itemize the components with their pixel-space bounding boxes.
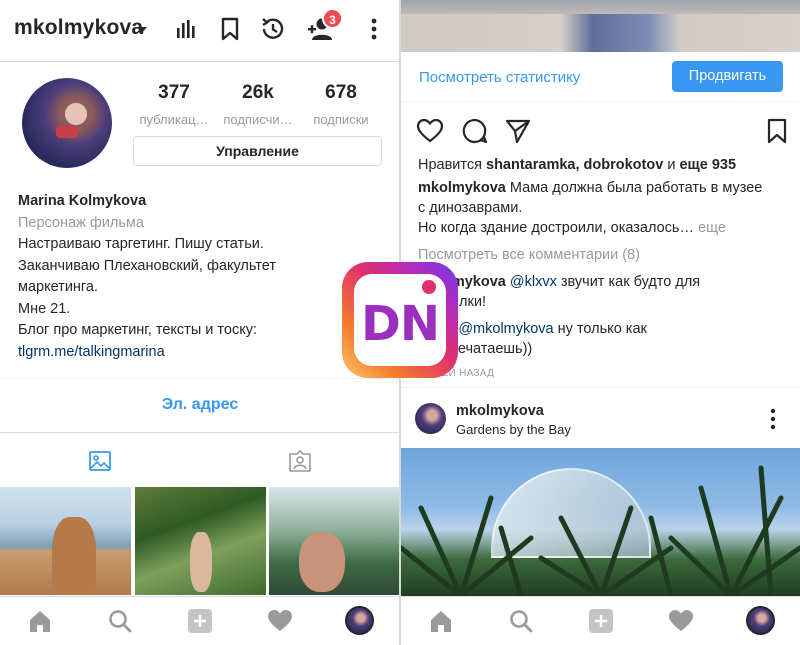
stat-followers-value: 26k xyxy=(242,82,274,103)
profile-avatar[interactable] xyxy=(22,78,112,168)
stat-posts-value: 377 xyxy=(158,82,190,103)
save-bookmark-icon[interactable] xyxy=(763,117,791,145)
divider xyxy=(0,378,400,379)
profile-top-bar: mkolmykova 3 xyxy=(0,0,400,62)
manage-button[interactable]: Управление xyxy=(133,136,382,166)
stat-posts[interactable]: 377 публикац… xyxy=(132,82,216,127)
comment: klxvx @mkolmykova ну только как xyxy=(418,319,788,339)
insights-icon[interactable] xyxy=(170,14,200,44)
feed-screen: Посмотреть статистику Продвигать Нравитс… xyxy=(401,0,800,645)
stat-following-value: 678 xyxy=(325,82,357,103)
more-options-icon[interactable] xyxy=(359,14,389,44)
bio-line: Блог про маркетинг, тексты и тоску: xyxy=(18,322,257,338)
grid-photo[interactable] xyxy=(135,487,266,595)
add-post-icon[interactable] xyxy=(187,608,213,634)
photo-grid-icon xyxy=(89,451,111,471)
stat-following[interactable]: 678 подписки xyxy=(299,82,383,127)
logo-text: DN xyxy=(360,296,440,352)
comment-text: звучит как будто для xyxy=(560,274,701,290)
bio-line: Настраиваю таргетинг. Пишу статьи. xyxy=(18,236,264,252)
caption-text: Мама должна была работать в музее xyxy=(509,180,763,196)
like-heart-icon[interactable] xyxy=(416,117,444,145)
comment-text: ну только как xyxy=(557,321,647,337)
likes-prefix: Нравится xyxy=(418,157,482,173)
likes-users: shantaramka, dobrokotov xyxy=(486,157,664,173)
archive-history-icon[interactable] xyxy=(258,14,288,44)
bio-line: Мне 21. xyxy=(18,300,71,317)
dn-watermark-logo: DN xyxy=(342,262,458,378)
caption-text: Но когда здание достроили, оказалось… xyxy=(418,220,694,236)
search-icon[interactable] xyxy=(107,608,133,634)
logo-inner: DN xyxy=(354,274,446,366)
stat-following-label: подписки xyxy=(313,112,369,127)
post-author-username[interactable]: mkolmykova xyxy=(456,403,544,419)
comment-mention[interactable]: @klxvx xyxy=(510,274,557,290)
bio-link[interactable]: tlgrm.me/talkingmarina xyxy=(18,342,388,364)
stat-posts-label: публикац… xyxy=(139,112,209,127)
home-icon[interactable] xyxy=(428,608,454,634)
comment-text: рассылки! xyxy=(418,292,788,312)
post-location[interactable]: Gardens by the Bay xyxy=(456,422,571,437)
chevron-down-icon[interactable] xyxy=(137,27,147,33)
divider xyxy=(0,432,400,433)
search-icon[interactable] xyxy=(508,608,534,634)
likes-and: и xyxy=(667,157,676,173)
bottom-nav xyxy=(401,596,800,645)
post-more-options-icon[interactable] xyxy=(770,408,776,430)
email-button[interactable]: Эл. адрес xyxy=(0,396,400,414)
comment-mention[interactable]: @mkolmykova xyxy=(458,321,553,337)
heart-activity-icon[interactable] xyxy=(668,608,694,634)
stat-followers-label: подписчи… xyxy=(223,112,293,127)
share-direct-icon[interactable] xyxy=(504,117,532,145)
bio-line: маркетинга. xyxy=(18,279,98,295)
comment-text: перепечатаешь)) xyxy=(418,341,533,357)
profile-screen: mkolmykova 3 377 публикац… 26k подписчи…… xyxy=(0,0,400,645)
profile-category: Персонаж фильма xyxy=(18,214,144,231)
promote-button[interactable]: Продвигать xyxy=(672,61,783,92)
bookmark-icon[interactable] xyxy=(215,14,245,44)
caption-line: Но когда здание достроили, оказалось… ещ… xyxy=(418,218,788,238)
notification-badge: 3 xyxy=(322,8,343,29)
likes-line[interactable]: Нравится shantaramka, dobrokotov и еще 9… xyxy=(418,155,788,175)
profile-bio: Marina Kolmykova Персонаж фильма Настраи… xyxy=(18,191,388,363)
profile-tab-avatar[interactable] xyxy=(746,606,775,635)
caption-more-link[interactable]: еще xyxy=(698,220,726,236)
logo-dot xyxy=(422,280,436,294)
heart-activity-icon[interactable] xyxy=(267,608,293,634)
post-author-avatar[interactable] xyxy=(415,403,446,434)
post-photo[interactable] xyxy=(401,448,800,596)
grid-photo[interactable] xyxy=(269,487,400,595)
view-all-comments-link[interactable]: Посмотреть все комментарии (8) xyxy=(418,245,788,265)
status-bar xyxy=(401,0,800,14)
view-insights-link[interactable]: Посмотреть статистику xyxy=(419,69,580,86)
add-post-icon[interactable] xyxy=(588,608,614,634)
profile-name: Marina Kolmykova xyxy=(18,193,147,209)
account-switcher[interactable]: mkolmykova xyxy=(14,16,143,40)
caption-line: mkolmykova Мама должна была работать в м… xyxy=(418,178,788,198)
comment-icon[interactable] xyxy=(461,117,489,145)
caption-username[interactable]: mkolmykova xyxy=(418,180,506,196)
tab-tagged[interactable] xyxy=(200,444,400,484)
bio-line: Заканчиваю Плехановский, факультет xyxy=(18,257,276,274)
grid-photo[interactable] xyxy=(0,487,131,595)
caption-text: с динозаврами. xyxy=(418,200,523,216)
tagged-photos-icon xyxy=(289,450,311,472)
divider xyxy=(401,387,800,388)
comment: mkolmykova @klxvx звучит как будто для xyxy=(418,272,788,292)
home-icon[interactable] xyxy=(27,608,53,634)
photo-palm-foliage xyxy=(401,465,800,596)
tab-grid[interactable] xyxy=(0,444,200,484)
profile-tab-avatar[interactable] xyxy=(345,606,374,635)
post-timestamp: 6 дней назад xyxy=(418,368,495,379)
bottom-nav xyxy=(0,596,400,645)
stat-followers[interactable]: 26k подписчи… xyxy=(216,82,300,127)
likes-count: еще 935 xyxy=(679,157,737,173)
